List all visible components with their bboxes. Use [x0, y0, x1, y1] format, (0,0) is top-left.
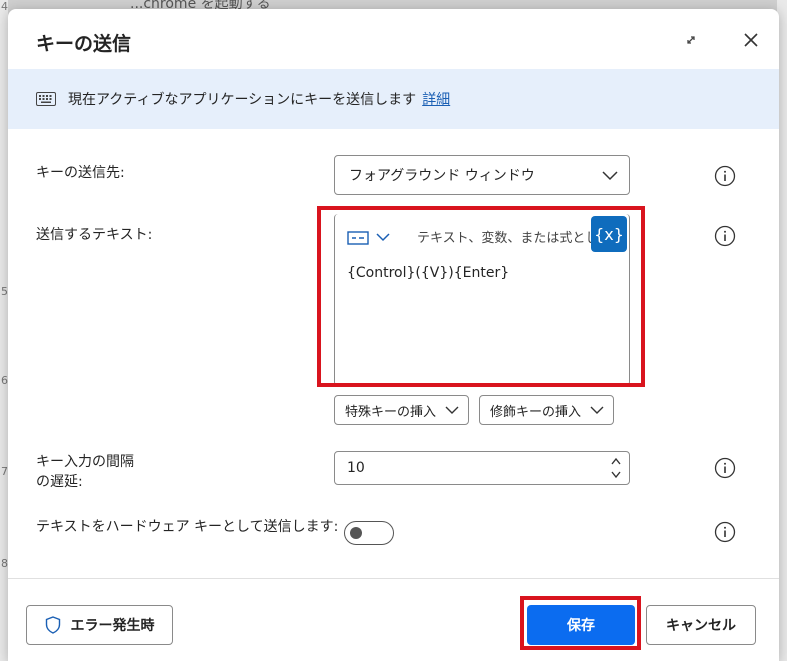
info-icon[interactable] — [714, 165, 736, 187]
target-window-select[interactable]: フォアグラウンド ウィンドウ — [334, 155, 630, 195]
highlight-box-save — [520, 596, 641, 650]
info-bar: 現在アクティブなアプリケーションにキーを送信します 詳細 — [8, 69, 779, 129]
keyboard-icon — [36, 92, 56, 106]
close-icon — [744, 33, 758, 47]
insert-special-key-dropdown[interactable]: 特殊キーの挿入 — [334, 395, 469, 425]
background-line-number: 8 — [1, 557, 8, 570]
target-label: キーの送信先: — [36, 165, 125, 181]
footer-divider — [8, 578, 779, 579]
info-icon[interactable] — [714, 225, 736, 247]
delay-label-line2: の遅延: — [36, 474, 83, 490]
chevron-down-icon — [590, 406, 604, 414]
delay-value: 10 — [347, 460, 365, 476]
insert-special-key-label: 特殊キーの挿入 — [345, 404, 437, 420]
text-label: 送信するテキスト: — [36, 227, 153, 243]
background-line-number: 5 — [1, 285, 8, 298]
expand-button[interactable] — [680, 29, 702, 51]
expand-icon — [687, 36, 695, 44]
chevron-down-icon — [602, 171, 618, 181]
close-button[interactable] — [738, 27, 764, 53]
on-error-label: エラー発生時 — [70, 618, 155, 634]
info-icon[interactable] — [714, 457, 736, 479]
delay-label-line1: キー入力の間隔 — [36, 454, 134, 470]
details-link[interactable]: 詳細 — [422, 89, 450, 109]
highlight-box-text — [317, 206, 645, 387]
background-line-number: 7 — [1, 465, 8, 478]
background-line-number: 6 — [1, 374, 8, 387]
send-keys-dialog: キーの送信 現在アクティブなアプリケーションにキーを送信します 詳細 キーの送信… — [8, 9, 779, 661]
shield-icon — [45, 616, 60, 634]
delay-label: キー入力の間隔 の遅延: — [36, 452, 134, 492]
info-text: 現在アクティブなアプリケーションにキーを送信します — [68, 92, 417, 108]
toggle-knob — [350, 527, 362, 539]
insert-modifier-key-dropdown[interactable]: 修飾キーの挿入 — [479, 395, 614, 425]
background-line-number: 4 — [1, 0, 8, 13]
cancel-button[interactable]: キャンセル — [646, 605, 756, 645]
spinner-icon[interactable] — [609, 455, 623, 481]
chevron-down-icon — [445, 406, 459, 414]
hardware-keys-toggle[interactable] — [344, 521, 394, 545]
info-icon[interactable] — [714, 521, 736, 543]
dialog-title: キーの送信 — [36, 33, 132, 55]
hardware-keys-label: テキストをハードウェア キーとして送信します: — [36, 519, 339, 535]
insert-modifier-key-label: 修飾キーの挿入 — [490, 404, 582, 420]
target-window-value: フォアグラウンド ウィンドウ — [349, 168, 535, 184]
delay-input[interactable]: 10 — [334, 451, 630, 485]
on-error-button[interactable]: エラー発生時 — [26, 605, 173, 645]
